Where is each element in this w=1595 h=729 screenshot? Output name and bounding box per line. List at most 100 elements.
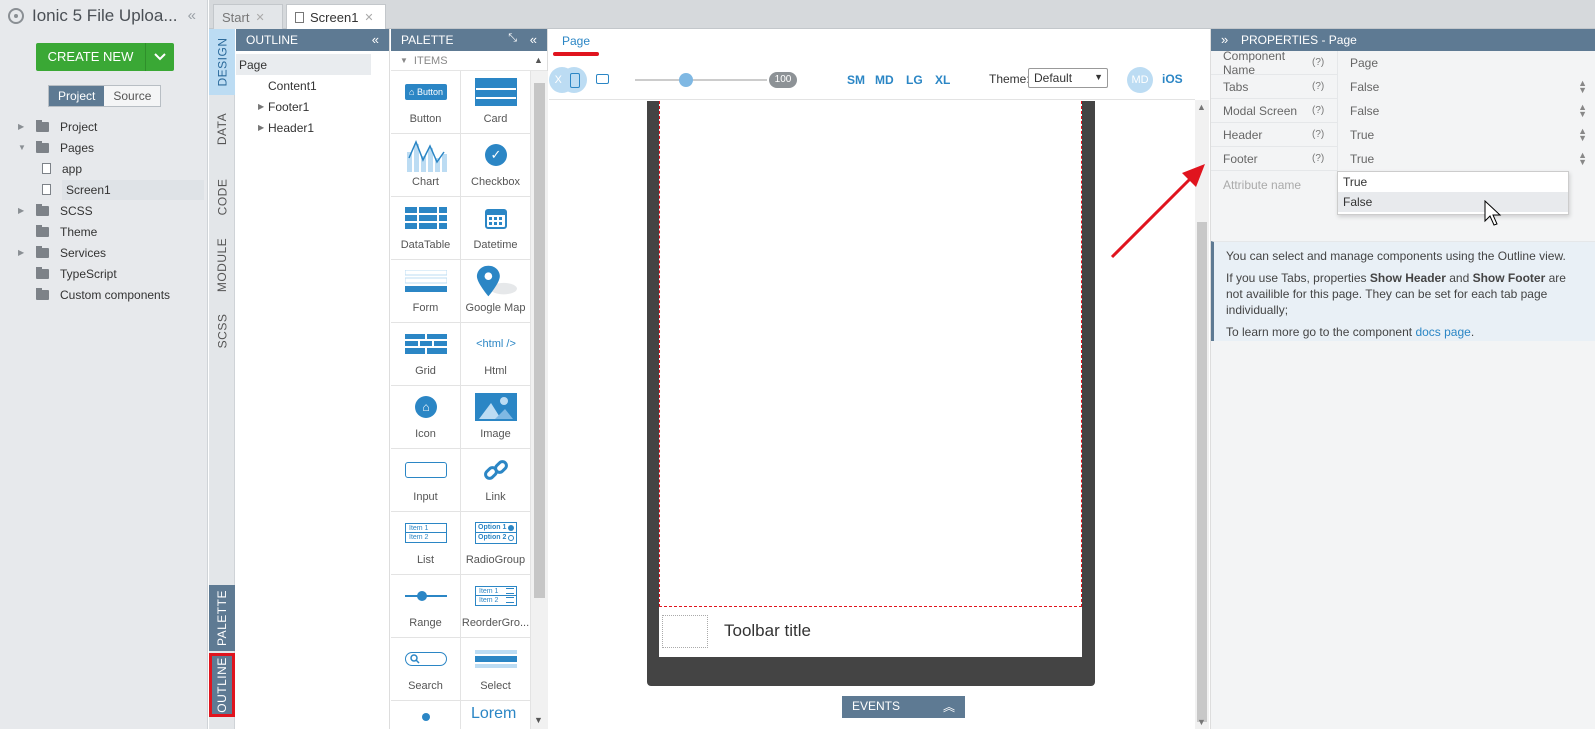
breakpoint-sm[interactable]: SM (847, 73, 865, 87)
palette-item-button[interactable]: ⌂ Button Button (391, 71, 461, 134)
select-arrows-icon[interactable]: ▲ ▼ (1578, 103, 1587, 119)
dropdown-option-false[interactable]: False (1338, 192, 1568, 212)
platform-md[interactable]: MD (1127, 67, 1153, 93)
palette-item-select[interactable]: Select (461, 638, 531, 701)
expand-arrow-icon[interactable]: ▶ (18, 206, 28, 215)
tree-item-services[interactable]: ▶ Services (0, 242, 208, 263)
toolbar-title[interactable]: Toolbar title (724, 621, 811, 641)
docs-page-link[interactable]: docs page (1415, 325, 1470, 339)
close-icon[interactable]: ✕ (364, 11, 373, 24)
palette-item-grid[interactable]: Grid (391, 323, 461, 386)
palette-item-chart[interactable]: Chart (391, 134, 461, 197)
palette-item-datetime[interactable]: Datetime (461, 197, 531, 260)
tree-item-custom-components[interactable]: Custom components (0, 284, 208, 305)
help-icon[interactable]: (?) (1312, 57, 1337, 68)
expand-arrow-icon[interactable]: ▶ (258, 123, 268, 132)
tablet-icon[interactable] (596, 74, 609, 84)
property-value[interactable]: False (1337, 74, 1595, 99)
property-value[interactable]: False (1337, 98, 1595, 123)
vtab-design[interactable]: DESIGN (209, 29, 235, 95)
theme-select[interactable]: Default ▼ (1028, 68, 1108, 88)
close-icon[interactable]: ✕ (255, 11, 264, 24)
palette-item-radiogroup[interactable]: Option 1 Option 2 RadioGroup (461, 512, 531, 575)
palette-item-card[interactable]: Card (461, 71, 531, 134)
expand-panel-icon[interactable]: » (1221, 32, 1228, 47)
vtab-outline[interactable]: OUTLINE (209, 653, 235, 717)
help-icon[interactable]: (?) (1312, 153, 1337, 164)
property-value[interactable]: True (1337, 146, 1595, 171)
palette-item-datatable[interactable]: DataTable (391, 197, 461, 260)
expand-arrow-icon[interactable]: ▶ (18, 248, 28, 257)
palette-item-icon[interactable]: ⌂ Icon (391, 386, 461, 449)
create-new-button[interactable]: CREATE NEW (36, 43, 174, 71)
tab-start[interactable]: Start ✕ (213, 4, 283, 29)
tree-item-scss[interactable]: ▶ SCSS (0, 200, 208, 221)
palette-item-partial[interactable] (391, 701, 461, 729)
palette-item-checkbox[interactable]: ✓ Checkbox (461, 134, 531, 197)
palette-item-reordergroup[interactable]: Item 1 Item 2 ReorderGro... (461, 575, 531, 638)
palette-item-list[interactable]: Item 1 Item 2 List (391, 512, 461, 575)
chevron-down-icon[interactable] (146, 50, 174, 64)
palette-item-input[interactable]: Input (391, 449, 461, 512)
help-icon[interactable]: (?) (1312, 129, 1337, 140)
expand-arrow-icon[interactable]: ▶ (18, 122, 28, 131)
vtab-code[interactable]: CODE (209, 163, 235, 231)
tab-screen1[interactable]: Screen1 ✕ (286, 4, 386, 29)
page-tab[interactable]: Page (562, 34, 590, 48)
vtab-scss[interactable]: SCSS (209, 299, 235, 363)
help-icon[interactable]: (?) (1312, 81, 1337, 92)
palette-item-search[interactable]: Search (391, 638, 461, 701)
phone-icon[interactable] (561, 67, 587, 93)
help-icon[interactable]: (?) (1312, 105, 1337, 116)
breakpoint-xl[interactable]: XL (935, 73, 950, 87)
attribute-name-input[interactable]: Attribute name (1211, 178, 1337, 192)
outline-item-footer1[interactable]: ▶ Footer1 (236, 96, 389, 117)
vtab-data[interactable]: DATA (209, 95, 235, 163)
palette-section-items[interactable]: ▼ ITEMS (391, 51, 547, 71)
select-arrows-icon[interactable]: ▲ ▼ (1578, 151, 1587, 167)
palette-item-range[interactable]: Range (391, 575, 461, 638)
breakpoint-lg[interactable]: LG (906, 73, 923, 87)
tree-item-pages[interactable]: ▼ Pages (0, 137, 208, 158)
source-view-button[interactable]: Source (104, 86, 161, 106)
vtab-palette[interactable]: PALETTE (209, 585, 235, 651)
palette-item-image[interactable]: Image (461, 386, 531, 449)
vtab-module[interactable]: MODULE (209, 231, 235, 299)
tree-item-app[interactable]: app (0, 158, 208, 179)
palette-scrollbar[interactable]: ▲ ▼ (531, 55, 548, 729)
collapse-panel-icon[interactable]: « (188, 7, 196, 24)
expand-arrow-icon[interactable]: ▼ (18, 143, 28, 152)
property-value[interactable]: True (1337, 122, 1595, 147)
tree-item-theme[interactable]: Theme (0, 221, 208, 242)
toolbar-button-slot[interactable] (662, 615, 708, 648)
page-screen[interactable]: Toolbar title (659, 101, 1082, 657)
tree-item-project[interactable]: ▶ Project (0, 116, 208, 137)
collapse-panel-icon[interactable]: « (530, 32, 537, 47)
palette-item-google-map[interactable]: Google Map (461, 260, 531, 323)
select-arrows-icon[interactable]: ▲ ▼ (1578, 127, 1587, 143)
palette-item-form[interactable]: Form (391, 260, 461, 323)
breakpoint-md[interactable]: MD (875, 73, 894, 87)
content1-area[interactable] (659, 101, 1082, 607)
palette-item-html[interactable]: <html /> Html (461, 323, 531, 386)
zoom-slider[interactable] (635, 73, 767, 87)
app-settings-icon[interactable] (8, 8, 24, 24)
outline-item-content1[interactable]: Content1 (236, 75, 389, 96)
tree-item-typescript[interactable]: TypeScript (0, 263, 208, 284)
palette-item-link[interactable]: Link (461, 449, 531, 512)
events-panel-toggle[interactable]: EVENTS ︽ (842, 696, 965, 718)
project-view-button[interactable]: Project (49, 86, 105, 106)
select-arrows-icon[interactable]: ▲ ▼ (1578, 79, 1587, 95)
tree-item-screen1[interactable]: Screen1 (0, 179, 208, 200)
expand-arrow-icon[interactable]: ▶ (258, 102, 268, 111)
outline-item-page[interactable]: Page (236, 54, 371, 75)
dropdown-option-true[interactable]: True (1338, 172, 1568, 192)
expand-icon[interactable]: ⤡ (508, 32, 517, 45)
collapse-panel-icon[interactable]: « (372, 32, 379, 47)
platform-ios[interactable]: iOS (1162, 72, 1183, 86)
footer1-toolbar[interactable]: Toolbar title (659, 607, 1082, 657)
zoom-slider-knob[interactable] (679, 73, 693, 87)
outline-item-header1[interactable]: ▶ Header1 (236, 117, 389, 138)
property-value[interactable]: Page (1337, 50, 1595, 75)
palette-item-text[interactable]: Lorem (461, 701, 531, 729)
